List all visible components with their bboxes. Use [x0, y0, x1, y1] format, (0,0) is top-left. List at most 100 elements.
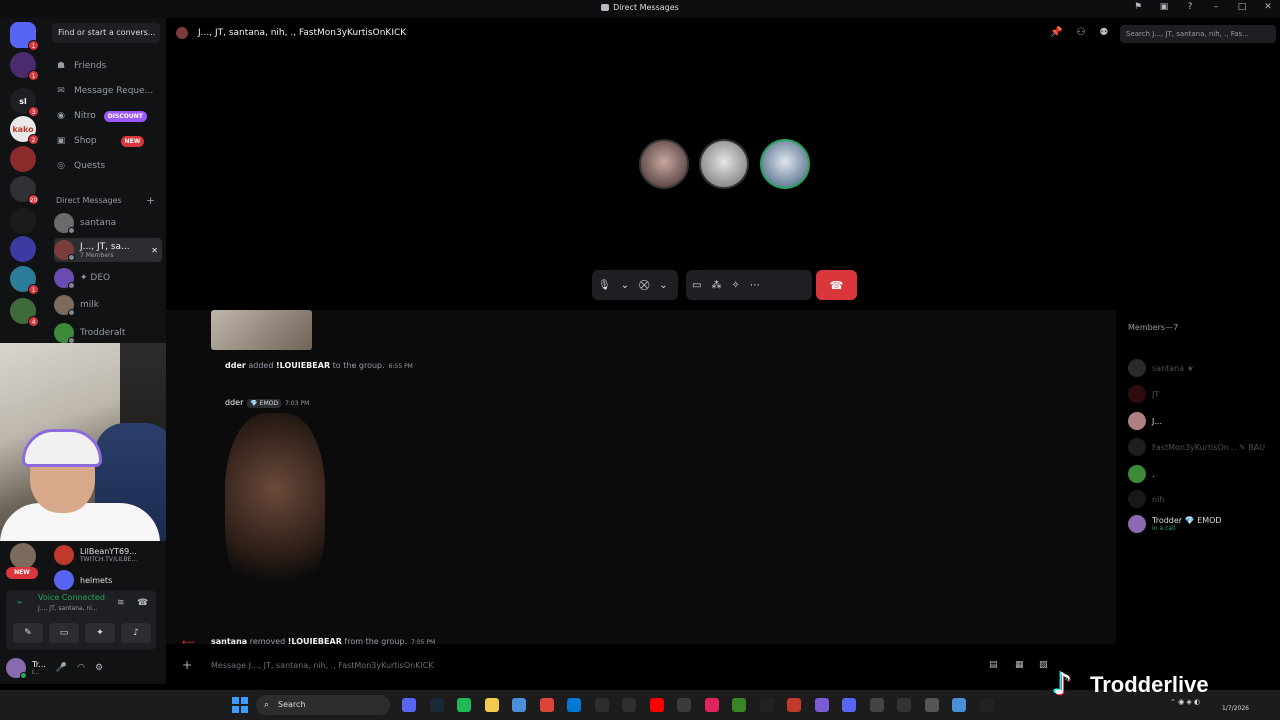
avatar[interactable] [6, 658, 27, 679]
server-icon-guild-3[interactable]: kako 2 [10, 116, 39, 145]
notes-icon[interactable] [814, 698, 829, 712]
microphone-icon[interactable]: 🎤 [56, 663, 67, 673]
dm-item[interactable]: Trodderalt [54, 321, 162, 345]
sticker-icon[interactable]: ▧ [1039, 660, 1048, 670]
image-attachment[interactable] [211, 310, 312, 350]
obs-icon[interactable] [622, 698, 636, 712]
youtube-icon[interactable] [649, 698, 664, 712]
nav-item-nitro[interactable]: ◉ Nitro DISCOUNT [56, 107, 160, 125]
server-icon-guild-1[interactable]: 1 [10, 52, 39, 81]
nav-item-friends[interactable]: ☗ Friends [56, 57, 160, 75]
app-icon[interactable] [787, 698, 801, 712]
video-toggle-button[interactable]: ✎ [13, 623, 43, 643]
terminal-icon[interactable] [594, 698, 609, 712]
help-icon[interactable]: ? [1184, 2, 1196, 12]
taskbar-date: 1/7/2026 [1222, 705, 1249, 712]
media-icon[interactable] [704, 698, 719, 712]
ez-icon[interactable] [759, 698, 774, 712]
close-icon[interactable]: ✕ [1262, 2, 1274, 12]
nav-item-quests[interactable]: ◎ Quests [56, 157, 160, 175]
app-icon[interactable] [897, 698, 911, 712]
call-participant-avatar[interactable] [639, 139, 689, 189]
server-icon-guild-4[interactable] [10, 146, 36, 172]
member-item[interactable]: nih [1128, 488, 1278, 510]
add-dm-icon[interactable]: + [146, 194, 155, 207]
call-participant-avatar-speaking[interactable] [760, 139, 810, 189]
message-author[interactable]: dder [225, 398, 243, 407]
screen-share-button[interactable]: ▭ [49, 623, 79, 643]
member-item[interactable]: JT [1128, 383, 1278, 405]
app-icon[interactable] [924, 698, 939, 712]
controller-icon[interactable] [842, 698, 856, 712]
call-participant-avatar[interactable] [699, 139, 749, 189]
app-icon[interactable] [869, 698, 884, 712]
member-item[interactable]: santana ★ [1128, 357, 1278, 379]
minimize-icon[interactable]: – [1210, 2, 1222, 12]
server-icon-guild-7[interactable] [10, 236, 36, 262]
more-icon[interactable]: ⋯ [750, 280, 760, 291]
microphone-icon[interactable]: 🎙 [598, 280, 611, 291]
disconnect-icon[interactable]: ☎ [137, 598, 148, 608]
message-input[interactable]: + Message J..., JT, santana, nih, ., Fas… [171, 648, 1111, 682]
dm-item[interactable]: LilBeanYT69... TWITCH.TV/LILBE... [54, 543, 162, 567]
chrome-icon[interactable] [539, 698, 554, 712]
photos-icon[interactable] [512, 698, 526, 712]
plus-icon[interactable]: + [182, 658, 192, 672]
chevron-down-icon[interactable]: ⌄ [659, 280, 667, 291]
server-icon[interactable] [10, 543, 36, 569]
app-icon[interactable] [952, 698, 966, 712]
dm-item[interactable]: helmets [54, 568, 162, 592]
add-friends-icon[interactable]: ⚇ [1076, 27, 1085, 38]
camera-off-icon[interactable]: ⛒ [639, 280, 649, 291]
member-item[interactable]: FastMon3yKurtisOn... ✎ BAU [1128, 436, 1278, 458]
discord-app-icon[interactable] [402, 698, 416, 712]
settings-icon[interactable]: ⚙ [95, 663, 103, 673]
dm-item[interactable]: J..., JT, sa... 7 Members ✕ [54, 238, 162, 262]
member-item[interactable]: . [1128, 463, 1278, 485]
headphones-icon[interactable]: ◠ [77, 663, 85, 673]
member-item[interactable]: Trodder 💎 EMOD In a call [1128, 513, 1278, 535]
server-icon-guild-9[interactable]: 4 [10, 298, 39, 327]
steam-icon[interactable] [429, 698, 444, 712]
close-dm-icon[interactable]: ✕ [151, 246, 158, 255]
pin-icon[interactable]: 📌 [1050, 27, 1062, 38]
maximize-icon[interactable]: □ [1236, 2, 1248, 12]
gif-icon[interactable]: ▦ [1015, 660, 1024, 670]
member-item[interactable]: J... [1128, 410, 1278, 432]
spotify-icon[interactable] [457, 698, 471, 712]
hang-up-button[interactable]: ☎ [816, 270, 857, 300]
voice-status[interactable]: Voice Connected [38, 593, 105, 602]
find-conversation-input[interactable]: Find or start a convers... [52, 23, 160, 43]
soundboard-icon[interactable]: ✧ [731, 280, 739, 291]
search-input[interactable]: Search J..., JT, santana, nih, ., Fas... [1120, 25, 1276, 43]
screen-share-icon[interactable]: ▭ [692, 280, 701, 291]
capcut-icon[interactable] [677, 698, 691, 712]
file-explorer-icon[interactable] [484, 698, 499, 712]
chevron-down-icon[interactable]: ⌄ [621, 280, 629, 291]
app-icon[interactable] [979, 698, 994, 712]
screen-icon[interactable]: ▣ [1158, 2, 1170, 12]
windows-start-icon[interactable] [232, 697, 248, 713]
server-icon-guild-5[interactable]: 20 [10, 176, 39, 205]
activities-button[interactable]: ✦ [85, 623, 115, 643]
group-name[interactable]: J..., JT, santana, nih, ., FastMon3yKurt… [198, 28, 406, 38]
taskbar-search[interactable]: ⌕ Search [256, 695, 390, 715]
server-icon-guild-8[interactable]: 1 [10, 266, 39, 295]
server-icon-guild-6[interactable] [10, 208, 36, 234]
dm-item[interactable]: ✦ DEO [54, 266, 162, 290]
dm-item[interactable]: santana [54, 211, 162, 235]
noise-suppression-icon[interactable]: ≋ [117, 598, 125, 608]
inbox-icon[interactable]: ⚑ [1132, 2, 1144, 12]
minecraft-icon[interactable] [732, 698, 746, 712]
image-attachment[interactable] [225, 413, 325, 603]
nav-item-shop[interactable]: ▣ Shop NEW [56, 132, 160, 150]
edge-icon[interactable] [567, 698, 581, 712]
activities-icon[interactable]: ⁂ [711, 280, 721, 291]
dm-item[interactable]: milk [54, 293, 162, 317]
gift-icon[interactable]: ▤ [989, 660, 998, 670]
server-icon-guild-2[interactable]: sl 3 [10, 88, 39, 117]
nav-item-message[interactable]: ✉ Message Reque... [56, 82, 160, 100]
server-icon-discord-home[interactable]: 1 [10, 22, 39, 51]
soundboard-button[interactable]: ♪ [121, 623, 151, 643]
members-icon[interactable]: ⚉ [1099, 27, 1108, 38]
